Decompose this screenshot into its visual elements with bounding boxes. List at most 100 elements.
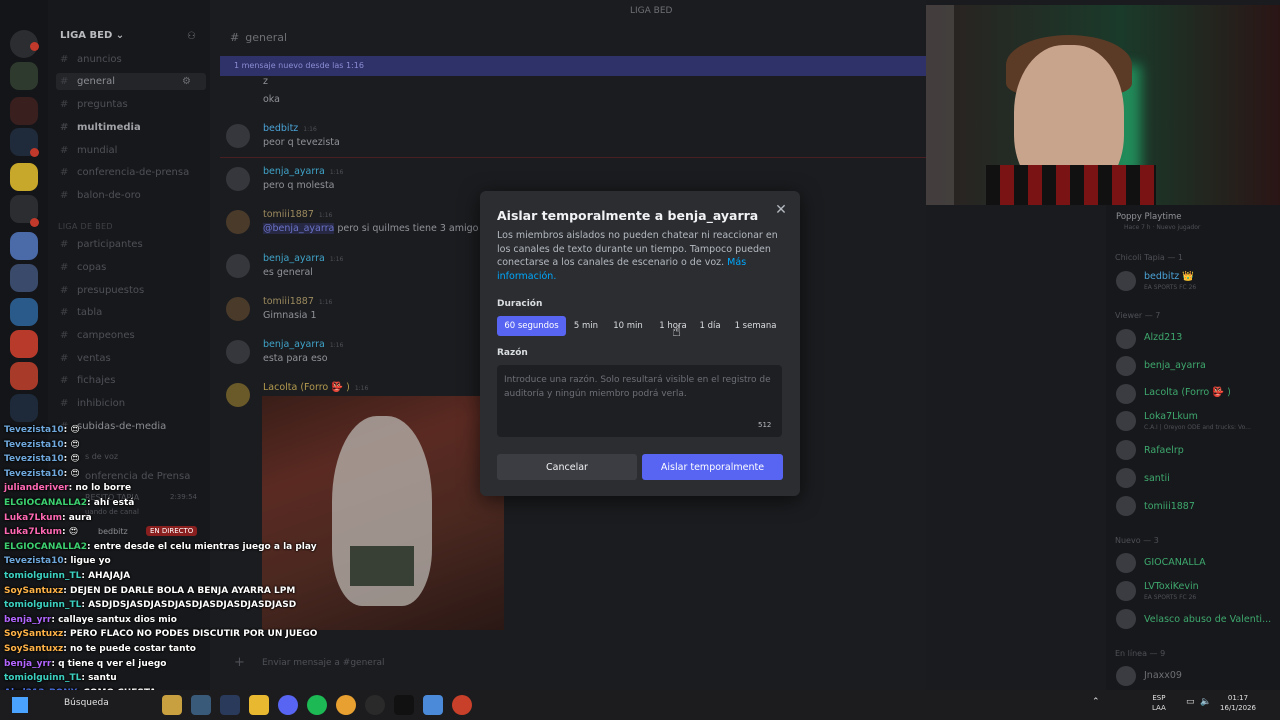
avatar[interactable] bbox=[1116, 356, 1136, 376]
notepad-icon[interactable] bbox=[423, 695, 443, 715]
avatar[interactable] bbox=[226, 124, 250, 148]
avatar[interactable] bbox=[1116, 271, 1136, 291]
duration-1-week[interactable]: 1 semana bbox=[733, 316, 778, 336]
channel-ventas[interactable]: # ventas bbox=[60, 353, 111, 364]
message-author[interactable]: z bbox=[263, 76, 268, 87]
avatar[interactable] bbox=[1116, 384, 1136, 404]
message-author[interactable]: benja_ayarra 1:16 bbox=[263, 253, 343, 264]
taskbar-app-icon[interactable] bbox=[191, 695, 211, 715]
duration-10-min[interactable]: 10 min bbox=[610, 316, 646, 336]
clock[interactable]: 01:17 16/1/2026 bbox=[1218, 693, 1258, 713]
avatar[interactable] bbox=[226, 297, 250, 321]
user-mention[interactable]: @benja_ayarra bbox=[263, 223, 335, 234]
channel-anuncios[interactable]: # anuncios bbox=[60, 54, 122, 65]
image-attachment[interactable] bbox=[262, 396, 504, 630]
avatar[interactable] bbox=[1116, 496, 1136, 516]
tray-chevron-icon[interactable]: ⌃ bbox=[1092, 697, 1100, 707]
message-author[interactable]: tomiii1887 1:16 bbox=[263, 209, 332, 220]
server-icon[interactable] bbox=[10, 97, 38, 125]
volume-icon[interactable]: 🔈 bbox=[1200, 697, 1211, 707]
server-name[interactable]: LIGA BED ⌄ bbox=[60, 30, 124, 41]
channel-balon-de-oro[interactable]: # balon-de-oro bbox=[60, 190, 141, 201]
member-name[interactable]: santii bbox=[1144, 473, 1170, 484]
message-author[interactable]: tomiii1887 1:16 bbox=[263, 296, 332, 307]
new-messages-bar[interactable]: 1 mensaje nuevo desde las 1:16 bbox=[220, 56, 926, 76]
channel-mundial[interactable]: # mundial bbox=[60, 145, 117, 156]
message-composer[interactable]: + Enviar mensaje a #general bbox=[226, 650, 916, 676]
member-name[interactable]: tomiii1887 bbox=[1144, 501, 1195, 512]
avatar[interactable] bbox=[226, 210, 250, 234]
member-name[interactable]: Lacolta (Forro 👺 ) bbox=[1144, 387, 1231, 398]
taskbar-app-icon[interactable] bbox=[220, 695, 240, 715]
server-icon[interactable] bbox=[10, 298, 38, 326]
settings-icon[interactable]: ⚙ bbox=[182, 76, 191, 87]
reason-input[interactable] bbox=[497, 365, 782, 437]
channel-inhibicion[interactable]: # inhibicion bbox=[60, 398, 125, 409]
channel-tabla[interactable]: # tabla bbox=[60, 307, 102, 318]
server-icon[interactable] bbox=[10, 264, 38, 292]
server-icon[interactable] bbox=[10, 232, 38, 260]
member-name[interactable]: Alzd213 bbox=[1144, 332, 1182, 343]
channel-multimedia[interactable]: # multimedia bbox=[60, 122, 141, 133]
member-name[interactable]: GIOCANALLA bbox=[1144, 557, 1206, 568]
avatar[interactable] bbox=[226, 340, 250, 364]
avatar[interactable] bbox=[1116, 468, 1136, 488]
server-icon[interactable] bbox=[10, 62, 38, 90]
member-name[interactable]: LVToxiKevin bbox=[1144, 581, 1199, 592]
avatar[interactable] bbox=[1116, 666, 1136, 686]
taskbar-app-icon[interactable] bbox=[452, 695, 472, 715]
member-name[interactable]: Loka7Lkum bbox=[1144, 411, 1198, 422]
server-icon[interactable] bbox=[10, 362, 38, 390]
member-name[interactable]: Velasco abuso de Valenti... bbox=[1144, 614, 1271, 625]
chrome-icon[interactable] bbox=[336, 695, 356, 715]
message-author[interactable]: benja_ayarra 1:16 bbox=[263, 166, 343, 177]
server-icon[interactable] bbox=[10, 163, 38, 191]
discord-icon[interactable] bbox=[278, 695, 298, 715]
channel-campeones[interactable]: # campeones bbox=[60, 330, 135, 341]
language-indicator[interactable]: ESP LAA bbox=[1152, 693, 1166, 713]
channel-general[interactable]: # general ⚙ bbox=[56, 73, 206, 90]
add-member-icon[interactable]: ⚇ bbox=[187, 31, 196, 42]
start-icon[interactable] bbox=[12, 697, 28, 713]
channel-copas[interactable]: # copas bbox=[60, 262, 106, 273]
taskbar-app-icon[interactable] bbox=[162, 695, 182, 715]
voice-category[interactable]: s de voz bbox=[85, 452, 118, 461]
message-author[interactable]: bedbitz 1:16 bbox=[263, 123, 317, 134]
channel-presupuestos[interactable]: # presupuestos bbox=[60, 285, 144, 296]
taskbar-search[interactable]: Búsqueda bbox=[64, 698, 109, 708]
category-header[interactable]: LIGA DE BED bbox=[58, 222, 113, 231]
avatar[interactable] bbox=[226, 254, 250, 278]
file-explorer-icon[interactable] bbox=[249, 695, 269, 715]
avatar[interactable] bbox=[1116, 609, 1136, 629]
message-author[interactable]: Lacolta (Forro 👺 ) 1:16 bbox=[263, 382, 368, 393]
avatar[interactable] bbox=[1116, 440, 1136, 460]
avatar[interactable] bbox=[1116, 411, 1136, 431]
close-icon[interactable]: ✕ bbox=[772, 201, 790, 219]
timeout-button[interactable]: Aislar temporalmente bbox=[642, 454, 783, 480]
duration-5-min[interactable]: 5 min bbox=[569, 316, 603, 336]
channel-preguntas[interactable]: # preguntas bbox=[60, 99, 128, 110]
server-icon[interactable] bbox=[10, 394, 38, 422]
obs-icon[interactable] bbox=[365, 695, 385, 715]
avatar[interactable] bbox=[1116, 553, 1136, 573]
avatar[interactable] bbox=[226, 383, 250, 407]
member-name[interactable]: bedbitz 👑 bbox=[1144, 271, 1194, 282]
message-author[interactable]: benja_ayarra 1:16 bbox=[263, 339, 343, 350]
member-name[interactable]: Jnaxx09 bbox=[1144, 670, 1182, 681]
cancel-button[interactable]: Cancelar bbox=[497, 454, 637, 480]
plus-icon[interactable]: + bbox=[234, 655, 245, 670]
member-name[interactable]: Rafaelrp bbox=[1144, 445, 1184, 456]
duration-1-day[interactable]: 1 día bbox=[698, 316, 722, 336]
spotify-icon[interactable] bbox=[307, 695, 327, 715]
channel-fichajes[interactable]: # fichajes bbox=[60, 375, 115, 386]
channel-conferencia-de-prensa[interactable]: # conferencia-de-prensa bbox=[60, 167, 189, 178]
avatar[interactable] bbox=[1116, 581, 1136, 601]
taskbar-app-icon[interactable] bbox=[394, 695, 414, 715]
avatar[interactable] bbox=[226, 167, 250, 191]
channel-participantes[interactable]: # participantes bbox=[60, 239, 143, 250]
member-name[interactable]: benja_ayarra bbox=[1144, 360, 1206, 371]
duration-60-seconds[interactable]: 60 segundos bbox=[497, 316, 566, 336]
live-user[interactable]: bedbitz bbox=[98, 527, 128, 536]
network-icon[interactable]: ▭ bbox=[1186, 697, 1195, 707]
voice-channel[interactable]: onferencia de Prensa bbox=[85, 471, 190, 482]
